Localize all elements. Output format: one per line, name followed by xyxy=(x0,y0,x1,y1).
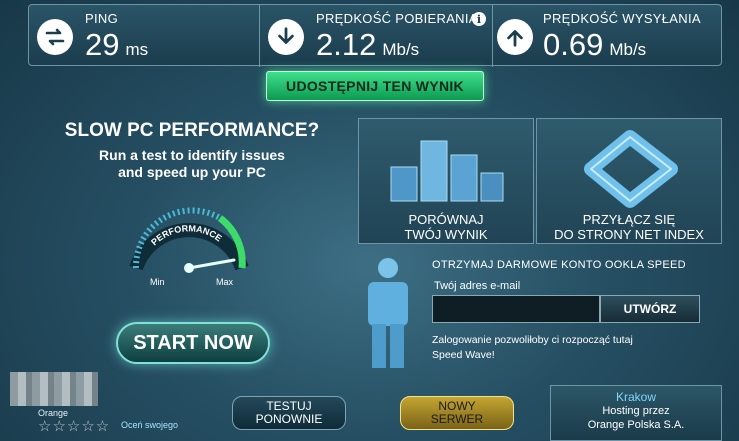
upload-stat: PRĘDKOŚĆ WYSYŁANIA 0.69 Mb/s xyxy=(492,5,723,67)
ping-value-row: 29 ms xyxy=(85,27,148,63)
server-host-line2: Orange Polska S.A. xyxy=(587,419,685,431)
upload-arrow-icon xyxy=(497,19,533,55)
ad-subtitle-line2: and speed up your PC xyxy=(118,164,266,180)
compare-label: PORÓWNAJ TWÓJ WYNIK xyxy=(359,212,533,242)
speedtest-app: PING 29 ms PRĘDKOŚĆ POBIERANIA i 2.12 Mb/s… xyxy=(0,0,739,441)
login-note-line2: Speed Wave! xyxy=(432,349,495,361)
download-stat: PRĘDKOŚĆ POBIERANIA i 2.12 Mb/s xyxy=(259,5,492,67)
person-figure-icon xyxy=(368,258,408,368)
download-label: PRĘDKOŚĆ POBIERANIA xyxy=(316,11,478,26)
rating-stars[interactable]: ☆☆☆☆☆ xyxy=(38,417,110,435)
net-index-label: PRZYŁĄCZ SIĘ DO STRONY NET INDEX xyxy=(537,212,721,242)
server-info: Krakow Hosting przez Orange Polska S.A. xyxy=(550,385,722,441)
download-arrow-icon xyxy=(268,19,304,55)
gauge-max: Max xyxy=(216,277,234,287)
download-value-row: 2.12 Mb/s xyxy=(316,27,419,63)
gauge-min: Min xyxy=(150,277,165,287)
redacted-block xyxy=(10,372,98,406)
net-index-panel[interactable]: PRZYŁĄCZ SIĘ DO STRONY NET INDEX xyxy=(536,118,722,244)
ad-subtitle-line1: Run a test to identify issues xyxy=(99,147,285,163)
retest-button[interactable]: TESTUJ PONOWNIE xyxy=(232,396,346,430)
ad-subtitle: Run a test to identify issues and speed … xyxy=(28,147,356,181)
rate-isp-link[interactable]: Oceń swojego xyxy=(121,420,178,430)
ad-title: SLOW PC PERFORMANCE? xyxy=(64,120,320,141)
upload-unit: Mb/s xyxy=(609,40,647,59)
compare-line1: PORÓWNAJ xyxy=(408,212,484,227)
performance-gauge-icon: PERFORMANCE Min Max xyxy=(129,207,249,287)
net-index-line1: PRZYŁĄCZ SIĘ xyxy=(582,212,676,227)
bottom-bar: Orange ☆☆☆☆☆ Oceń swojego TESTUJ PONOWNI… xyxy=(28,385,722,441)
compare-line2: TWÓJ WYNIK xyxy=(404,227,488,242)
ping-unit: ms xyxy=(125,40,149,59)
download-unit: Mb/s xyxy=(382,40,420,59)
net-index-icon xyxy=(584,130,678,208)
ping-stat: PING 29 ms xyxy=(29,5,259,67)
new-server-button[interactable]: NOWY SERWER xyxy=(400,396,514,430)
login-note-line1: Zalogowanie pozwoliłoby ci rozpocząć tut… xyxy=(432,334,633,346)
ookla-title: OTRZYMAJ DARMOWE KONTO OOKLA SPEED xyxy=(432,259,686,271)
share-result-button[interactable]: UDOSTĘPNIJ TEN WYNIK xyxy=(266,71,484,101)
download-value: 2.12 xyxy=(316,27,377,62)
ad-panel[interactable]: SLOW PC PERFORMANCE? Run a test to ident… xyxy=(28,110,356,372)
email-input[interactable] xyxy=(432,295,600,323)
email-label: Twój adres e-mail xyxy=(434,280,521,292)
start-now-button[interactable]: START NOW xyxy=(116,322,270,364)
bar-chart-icon xyxy=(390,140,504,202)
retest-line2: PONOWNIE xyxy=(255,412,323,426)
upload-label: PRĘDKOŚĆ WYSYŁANIA xyxy=(543,11,701,26)
new-server-line2: SERWER xyxy=(430,412,484,426)
login-note: Zalogowanie pozwoliłoby ci rozpocząć tut… xyxy=(432,333,702,363)
ookla-account-panel: OTRZYMAJ DARMOWE KONTO OOKLA SPEED Twój … xyxy=(358,246,722,372)
upload-value: 0.69 xyxy=(543,27,604,62)
upload-value-row: 0.69 Mb/s xyxy=(543,27,646,63)
results-bar: PING 29 ms PRĘDKOŚĆ POBIERANIA i 2.12 Mb/s… xyxy=(28,4,723,67)
info-icon[interactable]: i xyxy=(472,12,486,26)
ping-label: PING xyxy=(85,11,118,26)
exchange-arrows-icon xyxy=(37,19,73,55)
net-index-line2: DO STRONY NET INDEX xyxy=(554,227,704,242)
compare-result-panel[interactable]: PORÓWNAJ TWÓJ WYNIK xyxy=(358,118,534,244)
server-host-line1: Hosting przez xyxy=(602,405,670,417)
ping-value: 29 xyxy=(85,27,120,62)
create-account-button[interactable]: UTWÓRZ xyxy=(600,295,700,323)
server-city: Krakow xyxy=(615,390,656,404)
